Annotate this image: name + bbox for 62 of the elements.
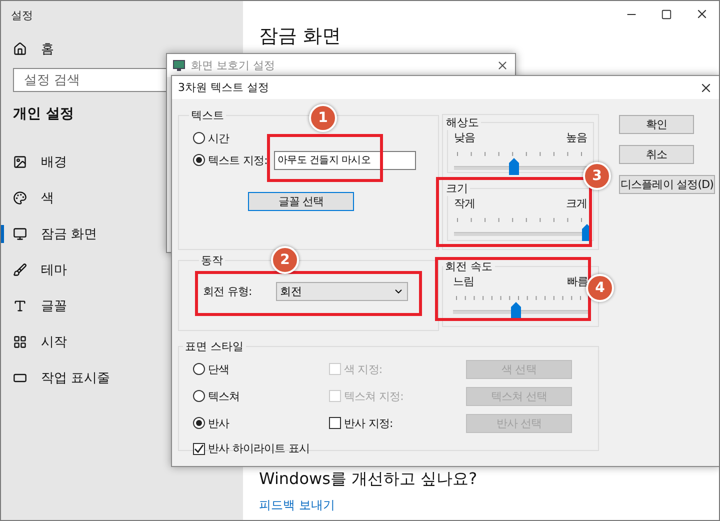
text-icon	[13, 299, 27, 313]
min-label: 낮음	[454, 130, 476, 145]
radio-button[interactable]	[193, 390, 205, 402]
home-icon	[13, 42, 27, 56]
nav-item[interactable]: 시작	[41, 333, 67, 351]
nav-item[interactable]: 글꼴	[41, 297, 67, 315]
min-label: 느림	[453, 274, 474, 289]
nav-item[interactable]: 색	[41, 189, 54, 207]
checkbox[interactable]	[193, 442, 205, 454]
radio-button[interactable]	[193, 154, 205, 166]
section-title: 개인 설정	[13, 105, 74, 123]
font-button[interactable]: 글꼴 선택	[248, 192, 354, 211]
image-icon	[13, 155, 27, 169]
group-title: 크기	[445, 181, 469, 196]
nav-item[interactable]: 잠금 화면	[41, 225, 98, 243]
option-label: 반사	[208, 416, 230, 430]
option-label: 단색	[208, 362, 230, 376]
max-label: 빠름	[566, 274, 588, 289]
group-title: 동작	[200, 253, 224, 268]
group-title: 해상도	[445, 115, 480, 130]
slider-thumb[interactable]	[582, 224, 592, 241]
dialog-button[interactable]: 확인	[619, 115, 694, 134]
window-title: 설정	[10, 8, 34, 24]
radio-button[interactable]	[193, 132, 205, 144]
checkbox-label: 텍스쳐 지정:	[344, 388, 404, 404]
brush-icon	[13, 263, 27, 277]
group-title: 텍스트	[190, 108, 225, 123]
close-icon[interactable]	[496, 59, 509, 72]
checkbox-label: 반사 하이라이트 표시	[208, 441, 310, 456]
text-field[interactable]: 아무도 건들지 마시오	[274, 150, 416, 170]
feedback-link[interactable]: 피드백 보내기	[259, 498, 335, 512]
rectangle-icon	[13, 371, 27, 385]
slider-thumb[interactable]	[511, 302, 522, 319]
nav-item[interactable]: 홈	[41, 40, 54, 58]
radio-button[interactable]	[193, 363, 205, 375]
slider-thumb[interactable]	[508, 158, 519, 175]
monitor-icon	[173, 60, 185, 71]
nav-item[interactable]: 작업 표시줄	[41, 369, 110, 387]
max-label: 크게	[566, 196, 587, 211]
checkbox-label: 반사 지정:	[344, 416, 393, 430]
group-title: 표면 스타일	[184, 339, 244, 354]
page-heading: 잠금 화면	[259, 25, 342, 47]
feedback-title: Windows를 개선하고 싶나요?	[259, 469, 478, 490]
maximize-icon[interactable]	[661, 8, 672, 20]
nav-item[interactable]: 테마	[41, 261, 67, 279]
field-label: 회전 유형:	[203, 284, 252, 299]
nav-item[interactable]: 배경	[41, 153, 67, 171]
dropdown[interactable]: 회전	[276, 282, 408, 301]
checkbox[interactable]	[329, 417, 341, 429]
checkbox-label: 색 지정:	[344, 362, 382, 376]
radio-button[interactable]	[193, 417, 205, 429]
grid-icon	[13, 335, 27, 349]
palette-icon	[13, 191, 27, 205]
dialog-button[interactable]: 디스플레이 설정(D)	[619, 175, 715, 194]
group-title: 회전 속도	[444, 259, 494, 274]
option-label: 텍스쳐	[208, 388, 240, 404]
option-label: 시간	[208, 130, 230, 146]
option-label: 텍스트 지정:	[208, 152, 268, 168]
dialog-button[interactable]: 취소	[619, 145, 694, 164]
monitor-icon	[13, 227, 27, 241]
max-label: 높음	[566, 130, 587, 145]
min-label: 작게	[454, 196, 476, 211]
